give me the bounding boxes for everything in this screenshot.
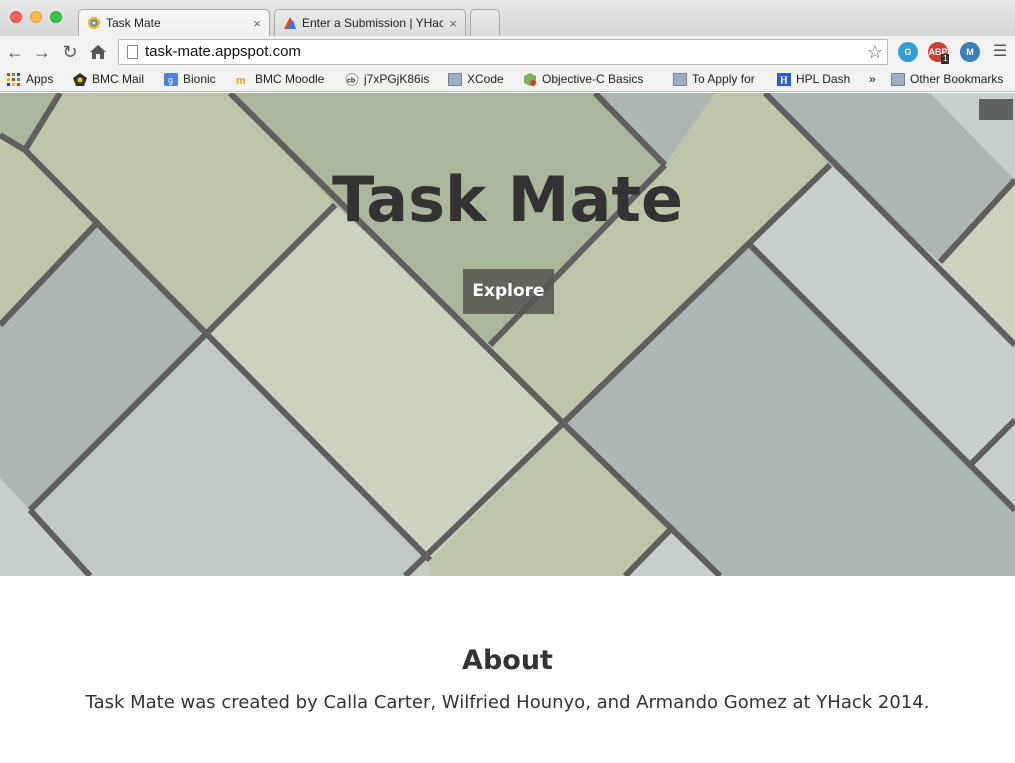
- tab-yhack-submission[interactable]: Enter a Submission | YHack ×: [274, 9, 466, 36]
- bookmark-to-apply-for[interactable]: To Apply for: [673, 72, 755, 86]
- bookmark-bmc-mail[interactable]: BMC Mail: [73, 72, 144, 86]
- svg-text:cb: cb: [347, 77, 355, 84]
- bookmark-apps[interactable]: Apps: [7, 72, 53, 86]
- bookmark-label: BMC Mail: [92, 72, 145, 86]
- moodle-icon: m: [236, 75, 246, 86]
- home-icon[interactable]: [89, 44, 107, 60]
- bookmark-objective-c-basics[interactable]: Objective-C Basics: [523, 72, 656, 86]
- tab-title: Task Mate: [106, 16, 161, 30]
- new-tab-button[interactable]: [470, 9, 500, 36]
- bookmark-label: Bionic: [183, 72, 216, 86]
- page-title: Task Mate: [331, 163, 684, 236]
- browser-titlebar: Task Mate × Enter a Submission | YHack ×: [0, 0, 1015, 36]
- folder-icon: [891, 72, 905, 86]
- bmc-mail-icon: [73, 72, 87, 86]
- close-window-button[interactable]: [10, 11, 22, 23]
- extension-circle-icon[interactable]: G: [898, 42, 918, 62]
- menu-hamburger-icon[interactable]: ☰: [990, 41, 1010, 63]
- bookmark-label: HPL Dash: [796, 72, 851, 86]
- svg-text:g: g: [168, 75, 173, 85]
- google-icon: g: [164, 72, 178, 86]
- bookmark-label: BMC Moodle: [255, 72, 325, 86]
- bookmark-label: XCode: [467, 72, 504, 86]
- about-heading: About: [462, 645, 553, 676]
- tab-close-icon[interactable]: ×: [449, 16, 457, 31]
- app-engine-icon: [88, 17, 100, 29]
- bookmark-star-icon[interactable]: ☆: [867, 40, 883, 64]
- folder-icon: [448, 72, 462, 86]
- bookmark-bionic[interactable]: g Bionic: [164, 72, 216, 86]
- tab-close-icon[interactable]: ×: [253, 16, 261, 31]
- address-bar[interactable]: task-mate.appspot.com ☆: [118, 39, 888, 65]
- cb-icon: cb: [345, 72, 359, 86]
- reload-icon[interactable]: ↻: [60, 41, 80, 63]
- m-extension-icon[interactable]: M: [960, 42, 980, 62]
- minimize-window-button[interactable]: [30, 11, 42, 23]
- bookmark-other-bookmarks[interactable]: Other Bookmarks: [891, 72, 1003, 86]
- forward-arrow-icon[interactable]: →: [32, 41, 52, 63]
- hero-section: Task Mate Explore: [0, 93, 1015, 576]
- abp-badge: 1: [941, 54, 950, 64]
- browser-toolbar: ← → ↻ task-mate.appspot.com ☆ G ABP 1 M …: [0, 36, 1015, 68]
- svg-text:H: H: [780, 75, 788, 86]
- back-arrow-icon[interactable]: ←: [5, 41, 25, 63]
- objc-icon: [524, 72, 536, 86]
- hpl-icon: H: [777, 72, 791, 86]
- m-extension-label: M: [966, 47, 974, 57]
- tab-title: Enter a Submission | YHack: [302, 16, 444, 30]
- about-description: Task Mate was created by Calla Carter, W…: [85, 692, 930, 713]
- overflow-chevron-icon: »: [869, 72, 876, 86]
- bookmark-label: j7xPGjK86is: [364, 72, 430, 86]
- bookmark-bmc-moodle[interactable]: m BMC Moodle: [236, 72, 324, 86]
- yhack-icon: [284, 17, 296, 29]
- apps-grid-icon: [7, 72, 20, 86]
- bookmark-label: Apps: [26, 72, 54, 86]
- url-text: task-mate.appspot.com: [145, 43, 301, 60]
- menu-toggle-button[interactable]: [979, 99, 1013, 120]
- bookmark-hpl-dash[interactable]: H HPL Dash: [777, 72, 850, 86]
- bookmark-j7xpgjk86is[interactable]: cb j7xPGjK86is: [345, 72, 429, 86]
- bookmarks-overflow-button[interactable]: »: [869, 72, 876, 86]
- zoom-window-button[interactable]: [50, 11, 62, 23]
- tab-task-mate[interactable]: Task Mate ×: [78, 9, 270, 36]
- explore-button[interactable]: Explore: [463, 269, 554, 314]
- bookmark-label: Objective-C Basics: [542, 72, 644, 86]
- bookmarks-bar: Apps BMC Mail g Bionic m BMC Moodle cb j…: [0, 68, 1015, 92]
- bookmark-label: Other Bookmarks: [910, 72, 1004, 86]
- svg-text:m: m: [236, 75, 246, 86]
- bookmark-xcode[interactable]: XCode: [448, 72, 504, 86]
- folder-icon: [673, 72, 687, 86]
- page-icon: [127, 45, 138, 59]
- bookmark-label: To Apply for: [692, 72, 755, 86]
